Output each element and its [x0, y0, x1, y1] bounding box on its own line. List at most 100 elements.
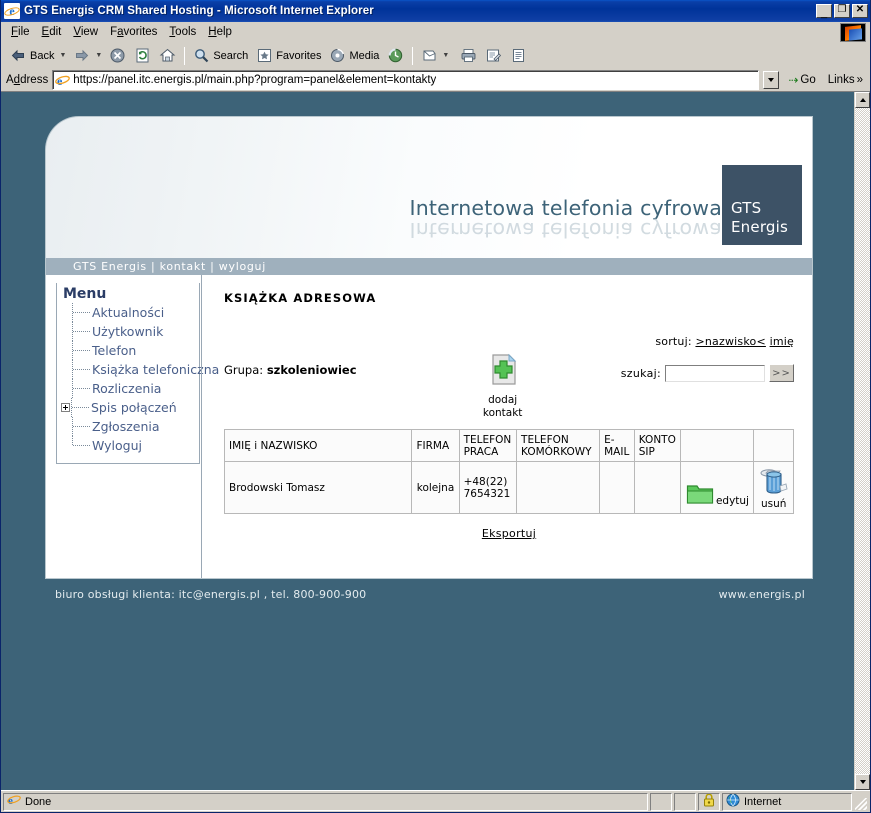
nav-link-brand[interactable]: GTS Energis	[73, 260, 147, 273]
mail-button[interactable]: ▼	[417, 45, 456, 67]
sidebar-item-label[interactable]: Aktualności	[92, 305, 164, 320]
security-lock-panel	[698, 792, 720, 811]
table-header-row: IMIĘ i NAZWISKO FIRMA TELEFON PRACA TELE…	[223, 429, 794, 462]
menu-item-view[interactable]: View	[67, 24, 104, 40]
links-label: Links	[827, 74, 855, 86]
back-button[interactable]: Back	[6, 45, 58, 67]
home-button[interactable]	[155, 45, 180, 67]
export-link[interactable]: Eksportuj	[482, 527, 536, 540]
cell-edit-action[interactable]: edytuj	[680, 461, 755, 514]
search-label: Search	[213, 49, 249, 62]
tree-connector-icon	[72, 322, 92, 341]
edit-button[interactable]	[481, 45, 506, 67]
delete-label[interactable]: usuń	[761, 498, 786, 510]
print-icon	[460, 47, 477, 64]
chevron-down-icon	[768, 78, 775, 82]
sort-by-nazwisko-link[interactable]: >nazwisko<	[695, 335, 765, 348]
back-label: Back	[30, 49, 55, 62]
gts-energis-logo: GTS Energis	[722, 165, 802, 245]
sort-by-imie-link[interactable]: imię	[770, 335, 794, 348]
column-header-firma[interactable]: FIRMA	[411, 429, 460, 462]
forward-dropdown-icon[interactable]: ▼	[95, 52, 102, 59]
menu-item-edit[interactable]: Edit	[36, 24, 68, 40]
print-button[interactable]	[456, 45, 481, 67]
triangle-down-icon	[859, 780, 866, 784]
home-icon	[159, 47, 176, 64]
maximize-button[interactable]: ❐	[834, 4, 850, 18]
expand-plus-icon[interactable]	[61, 403, 70, 412]
media-icon	[329, 47, 346, 64]
sidebar-item-label[interactable]: Rozliczenia	[92, 381, 161, 396]
toolbar-separator	[184, 46, 186, 65]
site-tagline-reflection: Internetowa telefonia cyfrowa	[409, 218, 722, 242]
search-submit-button[interactable]: >>	[769, 364, 794, 382]
title-bar: e GTS Energis CRM Shared Hosting - Micro…	[1, 0, 870, 22]
scroll-down-button[interactable]	[855, 774, 870, 790]
security-zone-panel: Internet	[722, 792, 852, 811]
sidebar-item-spis-polaczen[interactable]: Spis połączeń	[56, 398, 199, 417]
column-header-telefon-komorkowy[interactable]: TELEFON KOMÓRKOWY	[516, 429, 601, 462]
page-icon: e	[55, 73, 71, 88]
stop-button[interactable]	[105, 45, 130, 67]
favorites-button[interactable]: Favorites	[252, 45, 325, 67]
sidebar-item-telefon[interactable]: Telefon	[56, 341, 199, 360]
menu-item-favorites[interactable]: Favorites	[104, 24, 163, 40]
sidebar-item-label[interactable]: Spis połączeń	[91, 400, 177, 415]
edit-label[interactable]: edytuj	[716, 495, 749, 509]
resize-grip[interactable]	[854, 793, 868, 811]
media-button[interactable]: Media	[325, 45, 383, 67]
search-input[interactable]	[665, 364, 765, 382]
menu-item-help[interactable]: Help	[202, 24, 238, 40]
back-dropdown-icon[interactable]: ▼	[59, 52, 66, 59]
minimize-button[interactable]: _	[816, 4, 832, 19]
column-header-konto-sip[interactable]: KONTO SIP	[633, 429, 682, 462]
address-input[interactable]: e https://panel.itc.energis.pl/main.php?…	[52, 70, 760, 90]
close-button[interactable]: ✕	[852, 4, 868, 18]
menu-item-file[interactable]: File	[5, 24, 36, 40]
sidebar-item-ksiazka-telefoniczna[interactable]: Książka telefoniczna	[56, 360, 219, 379]
links-button[interactable]: Links »	[824, 74, 867, 86]
group-value: szkoleniowiec	[266, 363, 357, 377]
document-plus-icon	[485, 353, 521, 392]
address-dropdown-button[interactable]	[763, 71, 780, 89]
go-button[interactable]: ⇢ Go	[784, 73, 819, 87]
column-header-name[interactable]: IMIĘ i NAZWISKO	[223, 429, 413, 462]
sidebar-item-label[interactable]: Zgłoszenia	[92, 419, 160, 434]
mail-dropdown-icon[interactable]: ▼	[442, 52, 449, 59]
sidebar-item-aktualnosci[interactable]: Aktualności	[56, 303, 199, 322]
sidebar-item-label[interactable]: Użytkownik	[92, 324, 163, 339]
sidebar-item-rozliczenia[interactable]: Rozliczenia	[56, 379, 199, 398]
forward-button[interactable]	[69, 45, 94, 67]
sidebar-item-zgloszenia[interactable]: Zgłoszenia	[56, 417, 199, 436]
search-label: szukaj:	[620, 366, 661, 380]
history-icon	[387, 47, 404, 64]
refresh-button[interactable]	[130, 45, 155, 67]
sidebar-item-label[interactable]: Wyloguj	[92, 438, 142, 453]
column-header-telefon-praca[interactable]: TELEFON PRACA	[458, 429, 518, 462]
column-header-email[interactable]: E-MAIL	[599, 429, 635, 462]
site-nav-links: GTS Energis | kontakt | wyloguj	[73, 260, 266, 273]
svg-text:e: e	[57, 74, 63, 88]
add-contact-button[interactable]: dodaj kontakt	[467, 352, 539, 419]
window-controls: _ ❐ ✕	[816, 4, 868, 19]
vertical-scrollbar[interactable]	[854, 92, 870, 790]
history-button[interactable]	[383, 45, 408, 67]
cell-delete-action[interactable]: usuń	[753, 461, 794, 514]
contacts-table: IMIĘ i NAZWISKO FIRMA TELEFON PRACA TELE…	[223, 429, 794, 514]
tree-connector-icon	[72, 360, 92, 379]
export-row: Eksportuj	[224, 524, 794, 542]
sidebar-item-uzytkownik[interactable]: Użytkownik	[56, 322, 199, 341]
sidebar-item-wyloguj[interactable]: Wyloguj	[56, 436, 199, 455]
discuss-button[interactable]	[506, 45, 531, 67]
logo-line1: GTS	[731, 199, 762, 217]
scroll-up-button[interactable]	[855, 92, 870, 108]
folder-icon	[686, 482, 714, 509]
scrollbar-track[interactable]	[855, 108, 870, 774]
nav-link-wyloguj[interactable]: wyloguj	[219, 260, 266, 273]
nav-link-kontakt[interactable]: kontakt	[160, 260, 206, 273]
menu-item-tools[interactable]: Tools	[163, 24, 202, 40]
address-bar: Address e https://panel.itc.energis.pl/m…	[1, 69, 870, 91]
search-button[interactable]: Search	[189, 45, 252, 67]
sidebar-item-label[interactable]: Telefon	[92, 343, 136, 358]
navigation-toolbar: Back ▼ ▼ Search Favorites Media ▼	[1, 43, 870, 69]
